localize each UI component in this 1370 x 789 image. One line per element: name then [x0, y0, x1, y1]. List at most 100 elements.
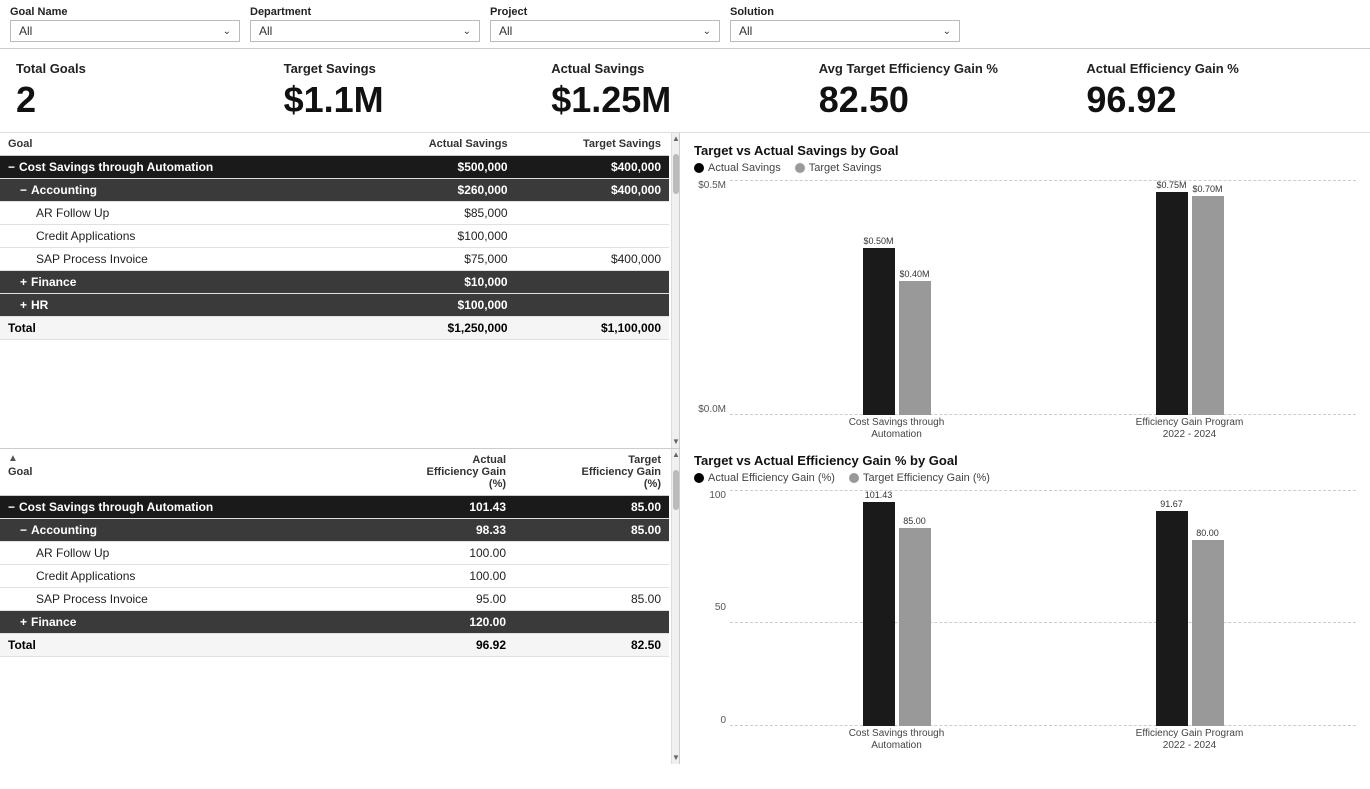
cell-target-eff	[514, 610, 669, 633]
legend-actual-savings: Actual Savings	[694, 162, 781, 174]
chart-section-efficiency: Target vs Actual Efficiency Gain % by Go…	[694, 453, 1356, 754]
cell-target-savings	[516, 201, 669, 224]
legend-dot-actual	[694, 163, 704, 173]
expand-icon[interactable]: +	[20, 275, 27, 289]
table-section-efficiency: Goal ActualEfficiency Gain(%) TargetEffi…	[0, 449, 679, 764]
cell-name: Credit Applications	[0, 224, 361, 247]
bar-rect	[1156, 511, 1188, 725]
collapse-icon[interactable]: −	[20, 183, 27, 197]
table-row: +Finance 120.00	[0, 610, 669, 633]
cell-actual-savings: $260,000	[361, 178, 516, 201]
kpi-avg-target-efficiency: Avg Target Efficiency Gain % 82.50	[819, 61, 1087, 120]
scrollbar-efficiency[interactable]: ▲ ▼	[671, 449, 679, 764]
filter-select-project[interactable]: All ⌄	[490, 20, 720, 42]
scrollbar-savings[interactable]: ▲ ▼	[671, 133, 679, 448]
cell-name: Total	[0, 316, 361, 339]
collapse-icon[interactable]: −	[8, 500, 15, 514]
chevron-down-icon: ⌄	[703, 26, 711, 37]
kpi-row: Total Goals 2 Target Savings $1.1M Actua…	[0, 49, 1370, 133]
bar-rect	[899, 528, 931, 726]
chart1-title: Target vs Actual Savings by Goal	[694, 143, 1356, 158]
cell-target-savings: $400,000	[516, 247, 669, 270]
bar-container: 91.67	[1156, 490, 1188, 726]
cell-actual-eff: 96.92	[359, 633, 514, 656]
bar-x-label: Efficiency Gain Program 2022 - 2024	[1043, 417, 1336, 441]
filter-label-project: Project	[490, 6, 720, 18]
chevron-down-icon: ⌄	[943, 26, 951, 37]
kpi-label-total-goals: Total Goals	[16, 61, 86, 76]
bar-group: 101.4385.00	[750, 490, 1043, 726]
bar-rect	[899, 281, 931, 415]
chart1-area: $0.5M $0.0M $0.50M$0.40M$0.75M$0.70M Cos…	[694, 180, 1356, 444]
chevron-down-icon: ⌄	[463, 26, 471, 37]
col-goal: Goal	[0, 133, 361, 156]
bar-group-bars: $0.75M$0.70M	[1156, 180, 1224, 416]
filter-value-goalname: All	[19, 24, 32, 38]
cell-name: +HR	[0, 293, 361, 316]
filter-select-solution[interactable]: All ⌄	[730, 20, 960, 42]
legend-label-actual: Actual Savings	[708, 162, 781, 174]
cell-name: +Finance	[0, 610, 359, 633]
legend-target-eff: Target Efficiency Gain (%)	[849, 472, 990, 484]
cell-name: −Accounting	[0, 518, 359, 541]
bar-value-label: $0.40M	[899, 269, 929, 279]
bar-value-label: $0.50M	[863, 236, 893, 246]
cell-actual-savings: $75,000	[361, 247, 516, 270]
table-row: Total $1,250,000 $1,100,000	[0, 316, 669, 339]
filter-group-goalname: Goal Name All ⌄	[10, 6, 240, 42]
kpi-value-actual-savings: $1.25M	[551, 80, 671, 120]
legend-target-savings: Target Savings	[795, 162, 882, 174]
scroll-thumb[interactable]	[673, 154, 679, 194]
legend-dot-target-eff	[849, 473, 859, 483]
scroll-down-arrow-eff[interactable]: ▼	[672, 752, 679, 764]
table-row: AR Follow Up 100.00	[0, 541, 669, 564]
bar-container: 101.43	[863, 490, 895, 726]
table-section-savings: Goal Actual Savings Target Savings −Cost…	[0, 133, 679, 449]
right-panel: Target vs Actual Savings by Goal Actual …	[680, 133, 1370, 764]
bar-container: 80.00	[1192, 490, 1224, 726]
table-row: −Accounting $260,000 $400,000	[0, 178, 669, 201]
expand-icon[interactable]: +	[20, 615, 27, 629]
bar-rect	[1192, 196, 1224, 415]
bar-container: $0.70M	[1192, 180, 1224, 416]
table-row: −Accounting 98.33 85.00	[0, 518, 669, 541]
bar-group: $0.75M$0.70M	[1043, 180, 1336, 416]
expand-icon[interactable]: +	[20, 298, 27, 312]
y2-label-100: 100	[709, 490, 726, 501]
cell-actual-eff: 120.00	[359, 610, 514, 633]
filter-select-goalname[interactable]: All ⌄	[10, 20, 240, 42]
bar-rect	[863, 248, 895, 415]
filter-label-solution: Solution	[730, 6, 960, 18]
collapse-icon[interactable]: −	[8, 160, 15, 174]
scroll-thumb-eff[interactable]	[673, 470, 679, 510]
bar-group: $0.50M $0.40M	[750, 180, 1043, 416]
chart2-title: Target vs Actual Efficiency Gain % by Go…	[694, 453, 1356, 468]
scroll-up-arrow-eff[interactable]: ▲	[672, 449, 679, 461]
collapse-icon[interactable]: −	[20, 523, 27, 537]
table-row: AR Follow Up $85,000	[0, 201, 669, 224]
cell-actual-savings: $85,000	[361, 201, 516, 224]
kpi-value-avg-target-efficiency: 82.50	[819, 80, 909, 120]
left-panel: Goal Actual Savings Target Savings −Cost…	[0, 133, 680, 764]
filter-select-department[interactable]: All ⌄	[250, 20, 480, 42]
bar-container: $0.40M	[899, 180, 931, 416]
kpi-label-avg-target-efficiency: Avg Target Efficiency Gain %	[819, 61, 998, 76]
kpi-actual-savings: Actual Savings $1.25M	[551, 61, 819, 120]
table-row: −Cost Savings through Automation 101.43 …	[0, 495, 669, 518]
chart1-content: $0.50M$0.40M$0.75M$0.70M Cost Savings th…	[730, 180, 1356, 444]
scroll-up-arrow[interactable]: ▲	[672, 133, 679, 145]
cell-actual-savings: $500,000	[361, 155, 516, 178]
cell-target-eff: 85.00	[514, 495, 669, 518]
table2-up-arrow[interactable]: ▲	[0, 449, 26, 468]
bar-container: $0.50M	[863, 180, 895, 416]
filter-bar: Goal Name All ⌄ Department All ⌄ Project…	[0, 0, 1370, 49]
bar-rect	[1156, 192, 1188, 416]
cell-target-eff: 85.00	[514, 587, 669, 610]
table-row: Total 96.92 82.50	[0, 633, 669, 656]
cell-target-savings: $1,100,000	[516, 316, 669, 339]
cell-target-eff	[514, 541, 669, 564]
kpi-target-savings: Target Savings $1.1M	[284, 61, 552, 120]
cell-name: SAP Process Invoice	[0, 587, 359, 610]
scroll-down-arrow[interactable]: ▼	[672, 436, 679, 448]
table-row: Credit Applications $100,000	[0, 224, 669, 247]
